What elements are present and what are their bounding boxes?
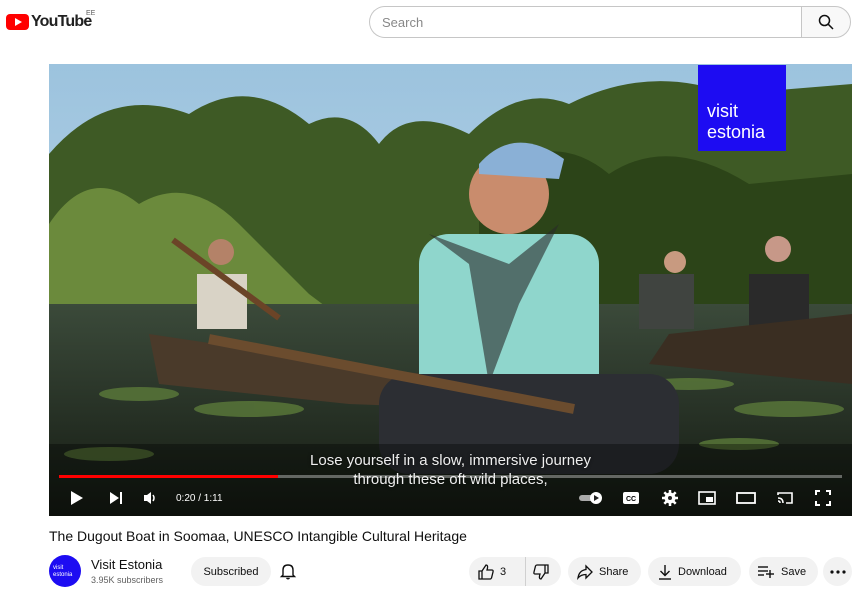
- country-code: EE: [86, 10, 96, 17]
- avatar-line-1: visit: [53, 565, 64, 571]
- notification-bell-button[interactable]: [278, 561, 298, 581]
- autoplay-toggle[interactable]: [577, 488, 607, 508]
- playlist-add-icon: [758, 565, 774, 578]
- channel-name[interactable]: Visit Estonia: [91, 557, 162, 572]
- next-icon: [110, 492, 122, 504]
- share-label: Share: [599, 565, 629, 578]
- like-button[interactable]: 3: [469, 557, 526, 586]
- volume-button[interactable]: [140, 488, 162, 508]
- visit-estonia-watermark: visit estonia: [698, 65, 786, 151]
- like-count: 3: [500, 565, 507, 578]
- avatar-line-2: estonia: [53, 572, 73, 578]
- play-button[interactable]: [66, 488, 88, 508]
- theater-mode-icon: [736, 492, 756, 504]
- settings-gear-icon: [662, 490, 678, 506]
- cc-icon: CC: [623, 492, 639, 504]
- captions-button[interactable]: CC: [620, 488, 642, 508]
- progress-played: [59, 475, 279, 478]
- save-label: Save: [781, 565, 807, 578]
- next-button[interactable]: [105, 488, 127, 508]
- download-button[interactable]: Download: [648, 557, 741, 586]
- svg-text:CC: CC: [626, 496, 636, 503]
- video-player[interactable]: visit estonia Lose yourself in a slow, i…: [49, 64, 852, 516]
- search-bar: [369, 6, 851, 38]
- youtube-logo[interactable]: YouTube EE: [6, 10, 95, 32]
- cast-icon: [777, 492, 793, 504]
- download-label: Download: [678, 565, 727, 578]
- more-actions-button[interactable]: [823, 557, 852, 586]
- settings-button[interactable]: [659, 488, 681, 508]
- thumbs-up-icon: [478, 563, 494, 580]
- volume-icon: [144, 492, 155, 504]
- thumbs-down-icon: [532, 563, 549, 580]
- bell-icon: [279, 564, 297, 580]
- download-icon: [659, 564, 671, 580]
- share-button[interactable]: Share: [568, 557, 641, 586]
- like-dislike-group: 3: [469, 557, 561, 586]
- search-button[interactable]: [801, 6, 851, 38]
- brand-line-1: visit: [707, 101, 738, 121]
- progress-bar[interactable]: [59, 475, 842, 478]
- autoplay-toggle-icon: [579, 492, 602, 504]
- cast-button[interactable]: [774, 488, 796, 508]
- player-controls: 0:20 / 1:11 CC: [49, 482, 852, 512]
- logo-text: YouTube: [31, 13, 92, 30]
- save-button[interactable]: Save: [749, 557, 818, 586]
- more-horizontal-icon: [829, 569, 846, 574]
- time-display: 0:20 / 1:11: [176, 493, 223, 504]
- play-icon: [71, 491, 83, 505]
- caption-line-1: Lose yourself in a slow, immersive journ…: [310, 452, 591, 469]
- brand-line-2: estonia: [707, 122, 766, 142]
- search-input[interactable]: [369, 6, 801, 38]
- fullscreen-icon: [815, 490, 831, 506]
- youtube-logo-icon: [6, 14, 29, 30]
- miniplayer-icon: [698, 491, 716, 505]
- subscribed-button[interactable]: Subscribed: [191, 557, 271, 586]
- share-icon: [577, 563, 593, 580]
- video-title: The Dugout Boat in Soomaa, UNESCO Intang…: [49, 528, 467, 544]
- subscriber-count: 3.95K subscribers: [91, 575, 164, 585]
- theater-mode-button[interactable]: [735, 488, 757, 508]
- search-icon: [818, 14, 834, 30]
- miniplayer-button[interactable]: [696, 488, 718, 508]
- fullscreen-button[interactable]: [812, 488, 834, 508]
- channel-avatar[interactable]: visit estonia: [49, 555, 81, 587]
- dislike-button[interactable]: [526, 557, 561, 586]
